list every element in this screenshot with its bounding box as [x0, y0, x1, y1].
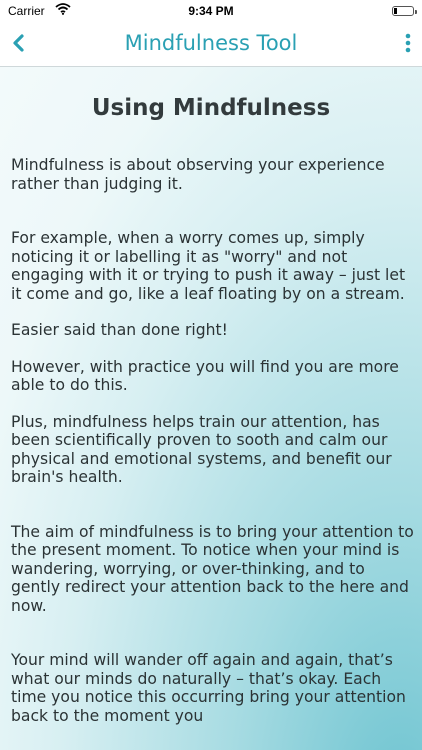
paragraph: Easier said than done right! — [11, 321, 228, 339]
paragraph: For example, when a worry comes up, simp… — [11, 229, 406, 303]
vertical-dots-icon — [405, 33, 411, 53]
content-area[interactable]: Using Mindfulness Mindfulness is about o… — [0, 67, 422, 750]
content-heading: Using Mindfulness — [91, 95, 331, 121]
paragraph: Mindfulness is about observing your expe… — [11, 156, 385, 193]
status-time: 9:34 PM — [188, 4, 234, 18]
paragraph: However, with practice you will find you… — [11, 357, 399, 395]
more-options-button[interactable] — [402, 32, 414, 56]
paragraph: Your mind will wander off again and agai… — [11, 651, 406, 725]
battery-icon — [392, 6, 417, 16]
paragraph: The aim of mindfulness is to bring your … — [11, 522, 414, 615]
status-bar: Carrier 9:34 PM — [0, 0, 422, 22]
navigation-bar: Mindfulness Tool — [0, 22, 422, 67]
paragraph: Plus, mindfulness helps train our attent… — [11, 412, 392, 487]
page-title: Mindfulness Tool — [124, 31, 298, 55]
